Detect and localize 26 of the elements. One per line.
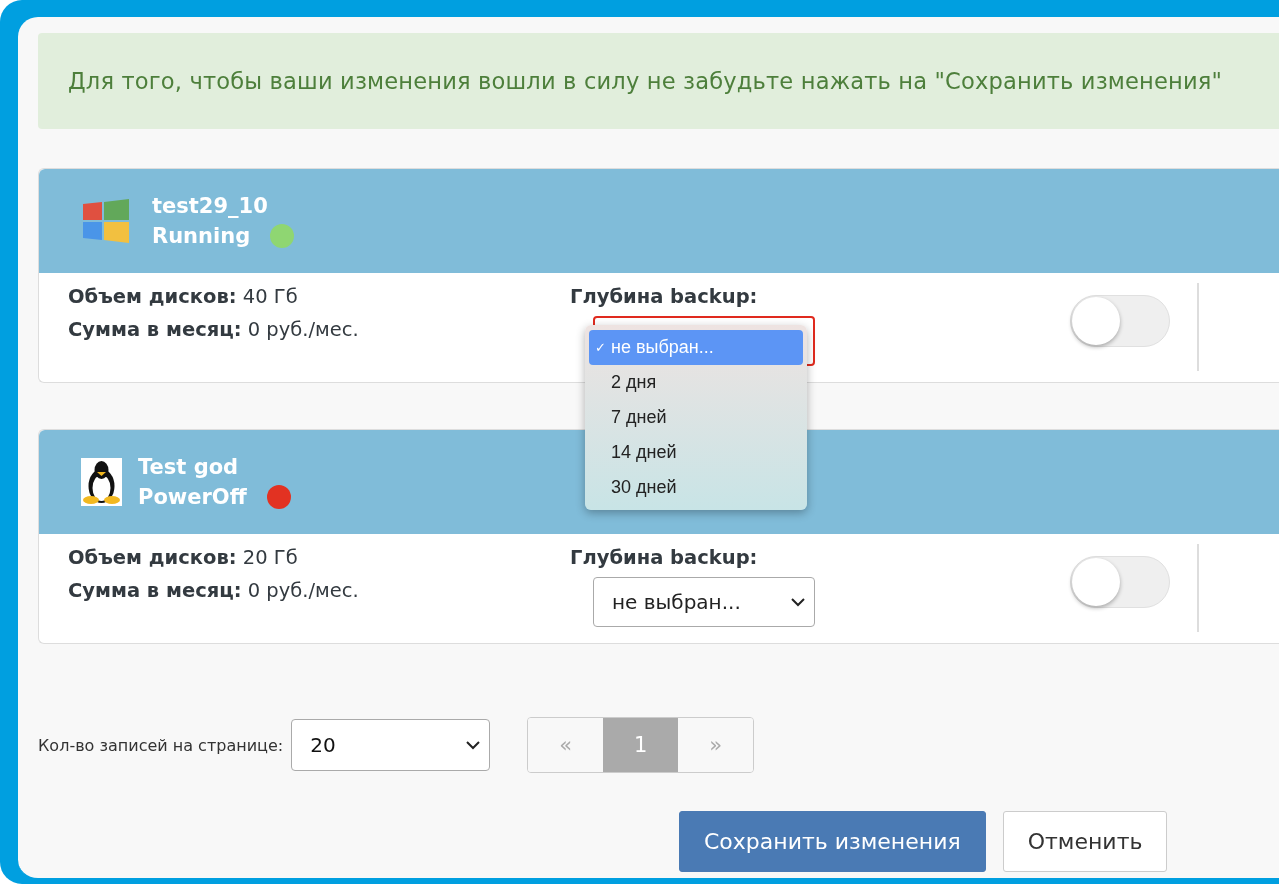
dropdown-option[interactable]: 14 дней [589,435,803,470]
server-name: Test god [138,455,240,479]
backup-select[interactable]: не выбран... [593,577,815,627]
server-status: PowerOff [138,485,247,509]
dropdown-option[interactable]: 7 дней [589,400,803,435]
server-name: test29_10 [152,194,269,218]
disk-size-text: Объем дисков: 40 Гб [68,285,299,308]
toggle-switch[interactable] [1070,556,1170,608]
dropdown-option[interactable]: 2 дня [589,365,803,400]
page-size-label: Кол-во записей на странице: [38,735,284,755]
save-button[interactable]: Сохранить изменения [679,811,986,872]
windows-logo-icon [82,199,130,243]
cancel-button[interactable]: Отменить [1002,811,1168,872]
backup-depth-label: Глубина backup: [570,285,759,308]
chevron-down-icon [790,597,806,607]
backup-depth-label: Глубина backup: [570,546,759,569]
monthly-price-text: Сумма в месяц: 0 руб./мес. [68,318,360,341]
dropdown-option[interactable]: 30 дней [589,470,803,505]
server-status: Running [152,224,251,248]
penguin-icon [81,458,122,506]
info-notice: Для того, чтобы ваши изменения вошли в силу не забудьте нажать на "Сохранить изменения" [38,33,1279,129]
page-size-select[interactable]: 20 [291,719,491,771]
monthly-price-text: Сумма в месяц: 0 руб./мес. [68,579,360,602]
disk-size-text: Объем дисков: 20 Гб [68,546,299,569]
chevron-down-icon [465,740,482,750]
toggle-switch[interactable] [1070,295,1170,347]
